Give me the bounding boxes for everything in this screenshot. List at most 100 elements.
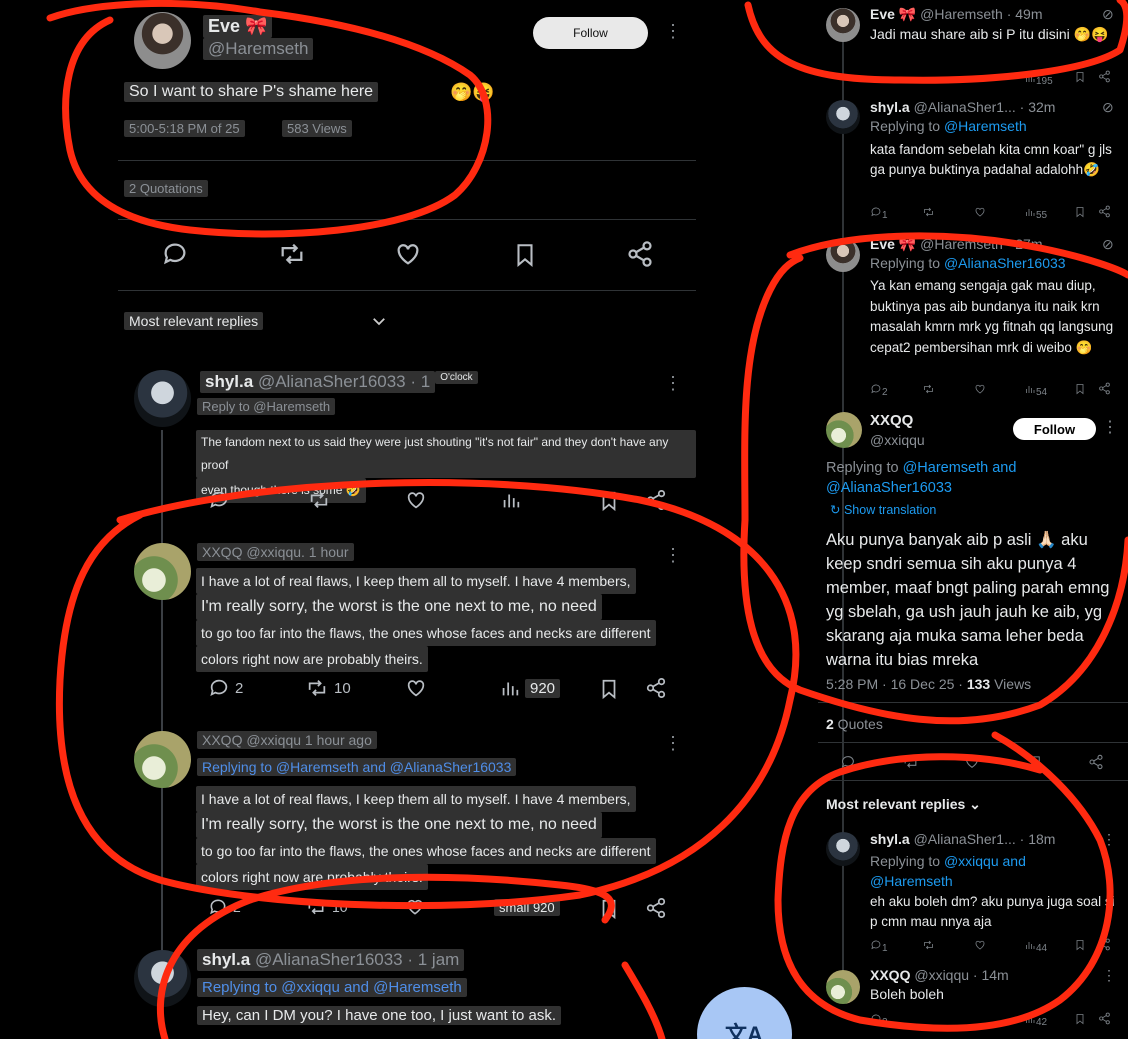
bookmark-button[interactable] xyxy=(598,489,620,513)
share-button[interactable] xyxy=(1098,382,1111,398)
reply-button[interactable] xyxy=(840,754,856,773)
author-handle[interactable]: @AlianaSher16033 · 1 jam xyxy=(255,950,459,969)
author-name[interactable]: Eve 🎀 xyxy=(870,6,916,22)
bookmark-button[interactable] xyxy=(1074,938,1086,955)
reply-header[interactable]: XXQQ @xxiqqu 1 hour ago xyxy=(197,731,377,749)
bookmark-button[interactable] xyxy=(1074,1012,1086,1029)
sort-replies-label[interactable]: Most relevant replies xyxy=(124,312,264,330)
repost-button[interactable] xyxy=(922,206,935,221)
views-button[interactable]: 54 xyxy=(1024,383,1047,398)
quotes-label[interactable]: Quotes xyxy=(834,716,883,732)
author-meta[interactable]: @AlianaSher1... · 32m xyxy=(914,99,1056,115)
reply-button[interactable]: 1 xyxy=(870,939,888,954)
reply-button[interactable]: 2 xyxy=(207,677,243,699)
share-button[interactable] xyxy=(645,677,667,699)
views-button[interactable] xyxy=(499,489,523,511)
author-handle[interactable]: @AlianaSher16033 · 1 xyxy=(258,372,430,391)
views-button[interactable]: 195 xyxy=(1024,72,1053,87)
replying-to[interactable]: Reply to @Haremseth xyxy=(197,398,336,415)
views-button[interactable]: 42 xyxy=(1024,1013,1047,1028)
author-meta[interactable]: @xxiqqu · 14m xyxy=(914,967,1008,983)
views-button[interactable]: 44 xyxy=(1024,939,1047,954)
share-button[interactable] xyxy=(1098,205,1111,221)
share-button[interactable] xyxy=(1098,70,1111,86)
more-options-icon[interactable]: ⋮ xyxy=(664,546,682,564)
like-button[interactable] xyxy=(404,489,428,511)
reply-button[interactable]: 2 xyxy=(207,897,241,917)
reply-button[interactable]: 2 xyxy=(870,1013,888,1028)
views-button[interactable]: 55 xyxy=(1024,206,1047,221)
author-handle[interactable]: @Haremseth xyxy=(203,38,314,60)
avatar[interactable] xyxy=(826,832,860,866)
reply-button[interactable]: 2 xyxy=(870,383,888,398)
author-name[interactable]: shyl.a xyxy=(205,372,253,391)
follow-button[interactable]: Follow xyxy=(533,17,648,49)
author-name[interactable]: XXQQ xyxy=(870,412,913,429)
avatar[interactable] xyxy=(134,731,191,788)
follow-button[interactable]: Follow xyxy=(1013,418,1096,440)
repost-button[interactable]: 10 xyxy=(304,897,348,917)
share-button[interactable] xyxy=(1098,1012,1111,1028)
share-button[interactable] xyxy=(626,240,654,268)
share-button[interactable] xyxy=(1098,938,1111,954)
more-options-icon[interactable]: ⋮ xyxy=(664,22,682,40)
author-name[interactable]: Eve 🎀 xyxy=(870,236,916,252)
repost-button[interactable] xyxy=(922,939,935,954)
like-button[interactable] xyxy=(404,677,428,699)
views-button[interactable]: 920 xyxy=(499,677,561,699)
grok-icon[interactable]: ⊘ xyxy=(1102,6,1114,23)
author-name[interactable]: shyl.a xyxy=(870,99,910,115)
author-handle[interactable]: @xxiqqu xyxy=(870,432,925,448)
replying-to[interactable]: Replying to @Haremseth and @AlianaSher16… xyxy=(197,758,517,776)
avatar[interactable] xyxy=(826,8,860,42)
like-button[interactable] xyxy=(974,383,986,398)
grok-icon[interactable]: ⊘ xyxy=(1102,99,1114,116)
repost-button[interactable] xyxy=(922,383,935,398)
more-options-icon[interactable]: ⋮ xyxy=(664,734,682,752)
more-options-icon[interactable]: ⋮ xyxy=(1102,420,1118,436)
reply-button[interactable] xyxy=(207,489,231,511)
avatar[interactable] xyxy=(134,950,191,1007)
avatar[interactable] xyxy=(826,970,860,1004)
like-button[interactable] xyxy=(974,206,986,221)
bookmark-button[interactable] xyxy=(1074,382,1086,399)
author-name[interactable]: Eve 🎀 xyxy=(203,15,273,38)
reply-header[interactable]: XXQQ @xxiqqu. 1 hour xyxy=(197,543,354,561)
more-options-icon[interactable]: ⋮ xyxy=(1102,968,1116,982)
more-options-icon[interactable]: ⋮ xyxy=(1102,832,1116,846)
quotations-count[interactable]: 2 Quotations xyxy=(124,180,208,197)
bookmark-button[interactable] xyxy=(512,240,538,270)
avatar[interactable] xyxy=(134,12,191,69)
avatar[interactable] xyxy=(134,370,191,427)
more-options-icon[interactable]: ⋮ xyxy=(664,374,682,392)
like-button[interactable] xyxy=(964,754,980,773)
author-meta[interactable]: @AlianaSher1... · 18m xyxy=(914,831,1056,847)
author-name[interactable]: shyl.a xyxy=(870,831,910,847)
share-button[interactable] xyxy=(645,897,667,919)
grok-icon[interactable]: ⊘ xyxy=(1102,236,1114,253)
bookmark-button[interactable] xyxy=(1074,205,1086,222)
repost-button[interactable]: 10 xyxy=(304,677,351,699)
repost-button[interactable] xyxy=(902,754,919,773)
like-button[interactable] xyxy=(974,939,986,954)
reply-button[interactable]: 1 xyxy=(870,206,888,221)
like-button[interactable] xyxy=(393,240,423,268)
author-name[interactable]: XXQQ xyxy=(870,967,910,983)
repost-button[interactable] xyxy=(276,240,308,268)
quotes-count[interactable]: 2 xyxy=(826,716,834,732)
bookmark-button[interactable] xyxy=(598,897,620,921)
repost-button[interactable] xyxy=(306,489,332,511)
replying-to-link[interactable]: @Haremseth xyxy=(944,118,1027,134)
avatar[interactable] xyxy=(134,543,191,600)
author-meta[interactable]: @Haremseth · 49m xyxy=(920,6,1042,22)
bookmark-button[interactable] xyxy=(1074,70,1086,87)
bookmark-button[interactable] xyxy=(598,677,620,701)
like-button[interactable] xyxy=(404,897,426,917)
reply-button[interactable] xyxy=(160,240,190,268)
translate-fab[interactable]: 文A xyxy=(697,987,792,1039)
avatar[interactable] xyxy=(826,412,862,448)
author-meta[interactable]: @Haremseth · 27m xyxy=(920,236,1042,252)
bookmark-button[interactable] xyxy=(1028,754,1043,774)
show-translation-link[interactable]: ↻ Show translation xyxy=(830,502,936,517)
chevron-down-icon[interactable] xyxy=(370,312,388,330)
